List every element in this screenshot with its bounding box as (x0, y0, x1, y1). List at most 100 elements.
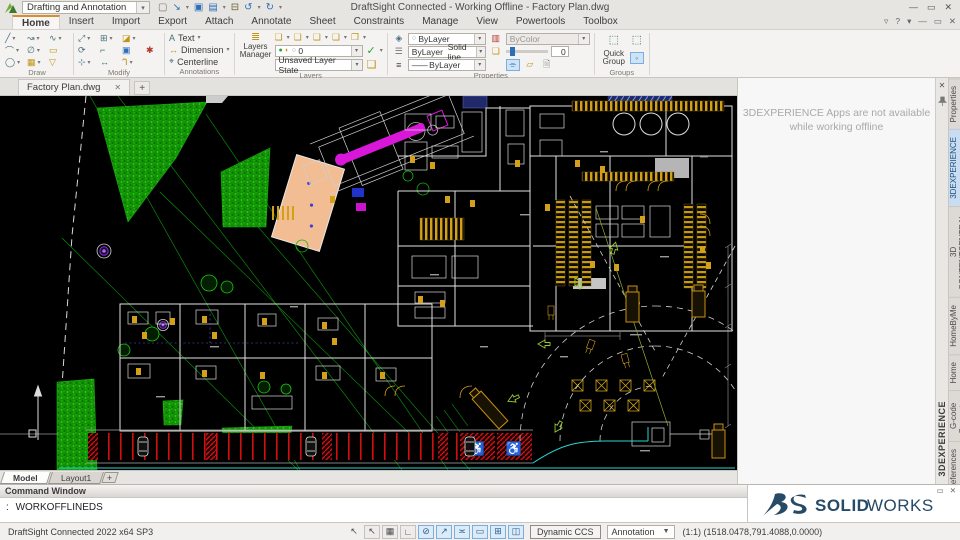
lineweight-toggle[interactable]: ▭ (472, 524, 488, 539)
circle-tool-icon[interactable] (5, 57, 15, 68)
restore-button[interactable]: ▭ (927, 2, 936, 13)
pattern-tool-icon[interactable] (100, 33, 108, 44)
layer-tool-3-icon[interactable]: ❏ (313, 32, 321, 43)
arc-tool-icon[interactable] (27, 33, 35, 44)
text-button[interactable]: Text▾ (169, 32, 230, 43)
trim-tool-icon[interactable] (100, 45, 105, 55)
quick-group-button[interactable]: Quick Group (603, 49, 625, 67)
layer-tool-5-icon[interactable]: ❐ (351, 32, 359, 43)
cmd-close-icon[interactable]: ✕ (950, 486, 956, 495)
document-tab-close-icon[interactable]: ✕ (114, 83, 121, 92)
line-tool-icon[interactable] (5, 33, 10, 44)
workspace-selector[interactable]: Drafting and Annotation ▾ (22, 1, 150, 14)
tab-sheet[interactable]: Sheet (300, 15, 344, 29)
tab-manage[interactable]: Manage (413, 15, 467, 29)
panel-pin-icon[interactable] (937, 96, 947, 110)
cmd-float-icon[interactable]: ▭ (937, 486, 944, 495)
collapse-ribbon-icon[interactable]: ▿ (884, 16, 888, 27)
command-window-titlebar[interactable]: Command Window (0, 485, 747, 498)
tab-import[interactable]: Import (103, 15, 149, 29)
side-tab-homebyme[interactable]: HomeByMe (948, 297, 960, 355)
tab-toolbox[interactable]: Toolbox (574, 15, 626, 29)
layer-ok-icon[interactable]: ✓ (367, 44, 376, 57)
entity-snap-toggle[interactable]: ↖ (346, 525, 362, 539)
open-file-button[interactable]: ↘ (172, 2, 180, 13)
layer-tool-1-icon[interactable]: ❏ (275, 32, 283, 43)
property-painter-button[interactable]: 🗎 (540, 59, 554, 71)
rotate-tool-icon[interactable] (78, 45, 86, 56)
layer-state-combo[interactable]: Unsaved Layer State ▾ (274, 55, 363, 75)
new-file-button[interactable]: ▢ (158, 2, 167, 13)
side-tab-properties[interactable]: Properties (948, 78, 960, 130)
polyline-tool-icon[interactable] (5, 44, 14, 57)
hatch-tool-icon[interactable] (27, 57, 36, 68)
doc-close-button[interactable]: ✕ (949, 16, 956, 27)
ungroup-button[interactable]: ◦ (629, 52, 644, 64)
open-file-menu[interactable]: ▾ (186, 4, 189, 11)
centerline-button[interactable]: Centerline (169, 56, 230, 67)
import-button[interactable]: ▣ (194, 2, 203, 13)
add-sheet-button[interactable]: + (101, 472, 119, 483)
cad-canvas[interactable]: ♿ ♿ (0, 85, 737, 471)
ortho-toggle[interactable]: ∟ (400, 524, 416, 539)
doc-restore-button[interactable]: ▭ (934, 16, 942, 27)
save-button[interactable]: ▤ (208, 2, 217, 13)
redo-menu[interactable]: ▾ (279, 4, 282, 11)
model-tab[interactable]: Model (0, 471, 51, 484)
tab-insert[interactable]: Insert (60, 15, 103, 29)
esnap-toggle[interactable]: ↗ (436, 524, 452, 539)
command-input[interactable]: : WORKOFFLINEDS (0, 498, 747, 522)
ccs-toggle[interactable]: ⊞ (490, 524, 506, 539)
polygon-tool-icon[interactable] (49, 57, 56, 68)
help-menu-icon[interactable]: ▾ (907, 16, 911, 27)
pointer-toggle[interactable]: ↖ (364, 524, 380, 539)
move-tool-icon[interactable] (78, 33, 85, 44)
match-properties-button[interactable]: ⌯ (505, 58, 520, 71)
mirror-tool-icon[interactable] (122, 45, 131, 56)
tab-powertools[interactable]: Powertools (507, 15, 574, 29)
line-weight-combo[interactable]: —— ByLayer ▾ (407, 58, 486, 71)
polar-toggle[interactable]: ⊘ (418, 524, 434, 539)
tab-home[interactable]: Home (12, 15, 60, 29)
document-tab[interactable]: Factory Plan.dwg ✕ (18, 79, 131, 95)
close-button[interactable]: ✕ (944, 2, 952, 13)
layer-tool-4-icon[interactable]: ❏ (332, 32, 340, 43)
rectangle-tool-icon[interactable] (49, 45, 58, 56)
annotation-monitor-button[interactable]: ▱ (523, 59, 537, 71)
layer-state-save-icon[interactable]: ❏ (367, 58, 377, 71)
ellipse-tool-icon[interactable] (27, 45, 35, 56)
redo-button[interactable]: ↻ (266, 2, 274, 13)
scale-tool-icon[interactable] (78, 57, 86, 68)
tab-attach[interactable]: Attach (196, 15, 242, 29)
help-icon[interactable]: ? (895, 16, 900, 27)
stretch-tool-icon[interactable] (100, 57, 109, 67)
side-tab-home[interactable]: Home (948, 354, 960, 391)
undo-button[interactable]: ↺ (244, 2, 252, 13)
tab-annotate[interactable]: Annotate (242, 15, 300, 29)
grid-toggle[interactable]: ▦ (382, 524, 398, 539)
erase-tool-icon[interactable] (122, 33, 131, 44)
side-tab-gcode-generator[interactable]: G-code Generator (948, 390, 960, 442)
undo-menu[interactable]: ▾ (258, 4, 261, 11)
doc-minimize-button[interactable]: — (918, 16, 927, 27)
ucs-icon-toggle[interactable]: ◫ (508, 524, 524, 539)
annotation-scale-combo[interactable]: Annotation ▼ (606, 524, 675, 539)
layers-manager-button[interactable]: ≣ Layers Manager (239, 32, 273, 60)
edit-group-icon[interactable]: ⬚ (632, 35, 642, 45)
panel-close-icon[interactable]: ✕ (939, 81, 946, 90)
transparency-slider[interactable] (505, 47, 548, 56)
new-document-button[interactable]: + (134, 81, 151, 95)
tab-constraints[interactable]: Constraints (345, 15, 414, 29)
explode-tool-icon[interactable] (146, 45, 154, 56)
side-tab-3dexperience[interactable]: 3DEXPERIENCE (948, 129, 960, 207)
dynamic-ccs-button[interactable]: Dynamic CCS (530, 524, 601, 539)
transparency-value[interactable]: 0 (550, 46, 569, 57)
fillet-tool-icon[interactable] (122, 57, 128, 68)
minimize-button[interactable]: — (909, 2, 918, 13)
layout1-tab[interactable]: Layout1 (47, 471, 104, 484)
side-tab-3dcontentcentral[interactable]: 3D CONTENTCENTRAL (948, 206, 960, 298)
layer-tool-2-icon[interactable]: ❏ (294, 32, 302, 43)
hatch-color-combo[interactable]: ByColor ▾ (505, 32, 590, 45)
tab-export[interactable]: Export (149, 15, 196, 29)
line-style-combo[interactable]: ByLayer Solid line ▾ (407, 42, 486, 62)
